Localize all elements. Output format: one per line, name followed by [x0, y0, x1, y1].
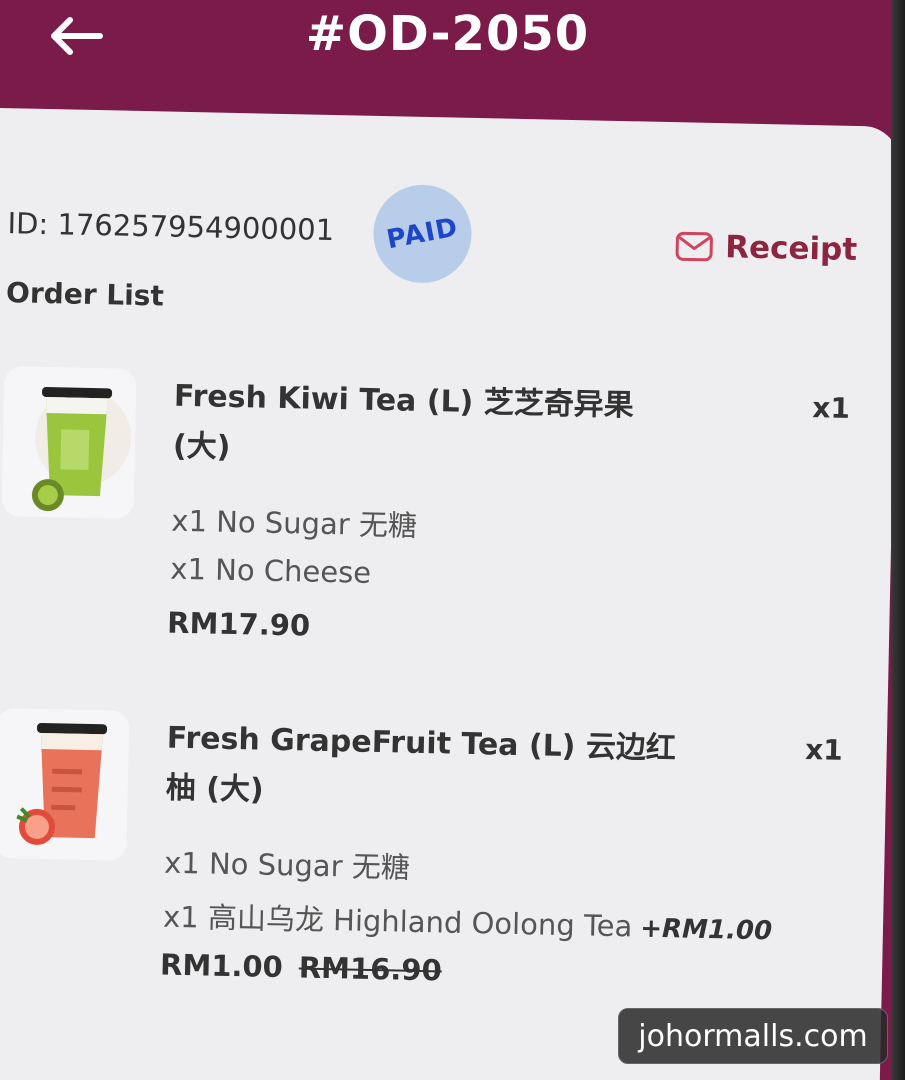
receipt-button[interactable]: Receipt — [675, 228, 858, 268]
receipt-label: Receipt — [724, 229, 858, 268]
item-option: x1 高山乌龙 Highland Oolong Tea — [162, 899, 633, 944]
header-bar: #OD-2050 — [0, 0, 895, 110]
envelope-icon — [675, 231, 713, 262]
watermark: johormalls.com — [618, 1008, 888, 1064]
item-original-price: RM16.90 — [298, 950, 443, 988]
item-option: x1 No Sugar 无糖 — [163, 845, 411, 885]
order-list-title: Order List — [5, 276, 165, 313]
status-badge-label: PAID — [384, 212, 461, 256]
product-image — [1, 366, 137, 519]
product-image — [0, 708, 130, 861]
order-detail-screen: #OD-2050 ID: 176257954900001 PAID Receip… — [0, 0, 895, 1080]
item-option-row: x1 高山乌龙 Highland Oolong Tea +RM1.00 — [163, 894, 773, 949]
status-badge: PAID — [372, 183, 473, 284]
option-extra-price: +RM1.00 — [639, 913, 773, 947]
kiwi-tea-cup-icon — [31, 387, 132, 512]
item-price: RM1.00 — [159, 947, 284, 985]
order-item[interactable]: Fresh GrapeFruit Tea (L) 云边红柚 (大) x1 x1 … — [0, 708, 857, 987]
item-name: Fresh GrapeFruit Tea (L) 云边红柚 (大) — [165, 720, 677, 808]
order-id: ID: 176257954900001 — [7, 206, 335, 248]
item-price: RM17.90 — [166, 605, 311, 643]
item-price-row: RM1.00 RM16.90 — [160, 948, 442, 988]
order-item[interactable]: Fresh Kiwi Tea (L) 芝芝奇异果 (大) x1 x1 No Su… — [0, 366, 864, 643]
item-quantity: x1 — [804, 733, 844, 767]
item-option: x1 No Cheese — [170, 551, 372, 590]
item-option: x1 No Sugar 无糖 — [171, 503, 418, 543]
grapefruit-tea-cup-icon — [16, 722, 108, 845]
item-name: Fresh Kiwi Tea (L) 芝芝奇异果 (大) — [172, 378, 635, 465]
order-card: ID: 176257954900001 PAID Receipt Order L… — [0, 108, 895, 1080]
item-quantity: x1 — [812, 391, 851, 425]
device-bezel — [891, 0, 905, 1080]
page-title: #OD-2050 — [305, 6, 590, 62]
